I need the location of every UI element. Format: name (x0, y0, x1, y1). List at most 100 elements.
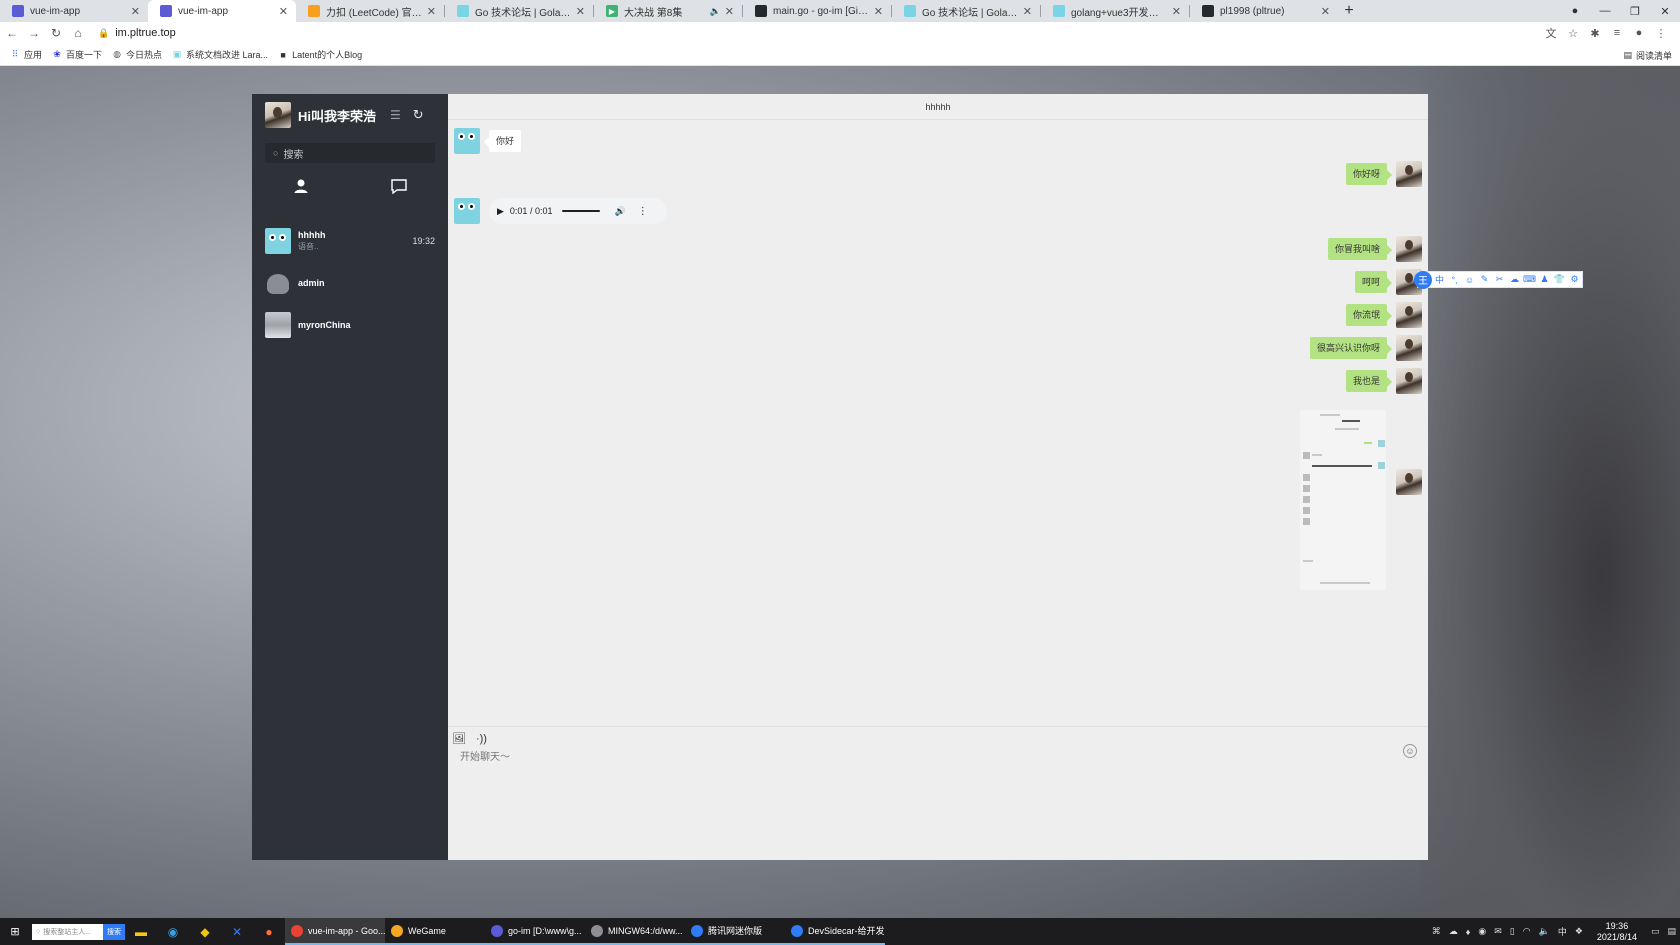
contact-item[interactable]: hhhhh 语音.. 19:32 (252, 220, 448, 262)
browser-tab[interactable]: 力扣 (LeetCode) 官网 - 全球极 ✕ (296, 0, 444, 22)
forward-icon[interactable]: → (24, 26, 44, 40)
profile-circle-icon[interactable]: ● (1560, 5, 1590, 17)
bookmark-laravel[interactable]: ▣ 系统文档改进 Lara... (172, 48, 268, 61)
notification-icon[interactable]: ▭ (1651, 926, 1660, 937)
file-explorer-icon[interactable]: ▬ (125, 925, 157, 939)
menu-icon[interactable]: ☰ (390, 108, 401, 122)
reading-list[interactable]: ▤ 阅读清单 (1623, 49, 1672, 62)
close-tab-icon[interactable]: ✕ (279, 5, 288, 18)
tray-usb-icon[interactable]: ▯ (1510, 926, 1515, 937)
image-upload-icon[interactable]: 🖼 (452, 732, 466, 745)
edge-icon[interactable]: ◉ (157, 925, 189, 939)
restore-icon[interactable]: ❐ (1620, 5, 1650, 18)
tab-contacts[interactable] (252, 174, 350, 198)
home-icon[interactable]: ⌂ (68, 26, 88, 40)
taskbar-search[interactable]: ○ 搜索整站主人... 搜索 (32, 923, 125, 940)
taskbar-app[interactable]: 腾讯网迷你版 (685, 918, 785, 945)
audio-player[interactable]: ▶ 0:01 / 0:01 🔊 ⋮ (489, 198, 667, 224)
more-menu-icon[interactable]: ⋮ (1650, 27, 1672, 40)
tray-app-icon[interactable]: ⌘ (1432, 926, 1441, 937)
taskbar-app[interactable]: DevSidecar-给开发... (785, 918, 885, 945)
volume-icon[interactable]: 🔈 (1539, 926, 1550, 937)
action-center-icon[interactable]: ▤ (1667, 926, 1676, 937)
translate-icon[interactable]: 文 (1540, 25, 1562, 41)
tray-antivirus-icon[interactable]: ♦ (1466, 927, 1471, 937)
tray-wechat-icon[interactable]: ✉ (1494, 926, 1502, 937)
minimize-icon[interactable]: — (1590, 5, 1620, 17)
bookmark-hot[interactable]: ◍ 今日热点 (112, 48, 162, 61)
close-tab-icon[interactable]: ✕ (1023, 5, 1032, 18)
close-tab-icon[interactable]: ✕ (576, 5, 585, 18)
browser-tab[interactable]: vue-im-app ✕ (0, 0, 148, 22)
emoji-icon[interactable]: ☺ (1403, 744, 1417, 758)
search-icon: ○ (36, 928, 41, 935)
person-icon[interactable]: ♟ (1537, 274, 1552, 285)
contact-item[interactable]: admin (252, 262, 448, 304)
browser-tab[interactable]: golang+vue3开发的一个im应用 ✕ (1041, 0, 1189, 22)
contact-item[interactable]: myronChina (252, 304, 448, 346)
close-tab-icon[interactable]: ✕ (725, 5, 734, 18)
url-field[interactable]: 🔒 im.pltrue.top (98, 24, 1540, 42)
play-icon[interactable]: ▶ (497, 206, 504, 217)
browser-tab[interactable]: pl1998 (pltrue) ✕ (1190, 0, 1338, 22)
refresh-icon[interactable]: ↻ (413, 107, 424, 123)
taskbar-search-button[interactable]: 搜索 (103, 923, 125, 940)
more-vertical-icon[interactable]: ⋮ (638, 206, 648, 217)
close-tab-icon[interactable]: ✕ (427, 5, 436, 18)
close-window-icon[interactable]: ✕ (1650, 5, 1680, 18)
bookmark-blog[interactable]: ■ Latent的个人Blog (278, 48, 362, 61)
tab-chats[interactable] (350, 174, 448, 198)
close-tab-icon[interactable]: ✕ (1172, 5, 1181, 18)
wifi-icon[interactable]: ◠ (1523, 926, 1531, 937)
image-message[interactable] (1300, 410, 1386, 590)
git-icon[interactable]: ◆ (189, 925, 221, 939)
clock[interactable]: 19:36 2021/8/14 (1597, 921, 1637, 942)
tray-shield-icon[interactable]: ❖ (1575, 926, 1583, 937)
pen-icon[interactable]: ✎ (1477, 274, 1492, 285)
close-tab-icon[interactable]: ✕ (1321, 5, 1330, 18)
emoji-icon[interactable]: ☺ (1462, 275, 1477, 285)
user-avatar[interactable] (265, 102, 291, 128)
extensions-icon[interactable]: ✱ (1584, 27, 1606, 40)
reload-icon[interactable]: ↻ (46, 26, 66, 40)
taskbar-app[interactable]: MINGW64:/d/ww... (585, 918, 685, 945)
audio-progress-bar[interactable] (562, 210, 601, 212)
browser-tab[interactable]: Go 技术论坛 | Golang / Go 语言 ✕ (445, 0, 593, 22)
firefox-icon[interactable]: ● (253, 925, 285, 939)
scissors-icon[interactable]: ✂ (1492, 274, 1507, 285)
browser-tab[interactable]: Go 技术论坛 | Golang / Go 语言 ✕ (892, 0, 1040, 22)
close-tab-icon[interactable]: ✕ (131, 5, 140, 18)
close-tab-icon[interactable]: ✕ (874, 5, 883, 18)
browser-tab[interactable]: main.go - go-im [GitHub] - Vi ✕ (743, 0, 891, 22)
back-icon[interactable]: ← (2, 26, 22, 40)
bookmark-star-icon[interactable]: ☆ (1562, 27, 1584, 40)
cloud-icon[interactable]: ☁ (1507, 274, 1522, 285)
volume-icon[interactable]: 🔊 (614, 206, 625, 217)
window-controls: ● — ❐ ✕ (1560, 0, 1680, 22)
search-input[interactable]: ○ 搜索 (265, 143, 435, 163)
media-control-icon[interactable]: ≡ (1606, 27, 1628, 39)
taskbar-app[interactable]: WeGame (385, 918, 485, 945)
taskbar-app[interactable]: go-im [D:\www\g... (485, 918, 585, 945)
browser-tab[interactable]: ▶ 大决战 第8集 🔈 ✕ (594, 0, 742, 22)
taskbar-app[interactable]: vue-im-app - Goo... (285, 918, 385, 945)
shirt-icon[interactable]: 👕 (1552, 274, 1567, 285)
message-input[interactable]: 开始聊天～ (460, 748, 510, 763)
new-tab-button[interactable]: + (1338, 0, 1360, 22)
settings-icon[interactable]: ⚙ (1567, 274, 1582, 285)
profile-icon[interactable]: ● (1628, 27, 1650, 39)
chinese-mode-icon[interactable]: 中 (1432, 273, 1447, 286)
tray-cloud-icon[interactable]: ☁ (1449, 926, 1458, 937)
speaker-icon[interactable]: 🔈 (710, 6, 721, 17)
ime-logo-icon[interactable]: 王 (1414, 270, 1432, 289)
vscode-icon[interactable]: ✕ (221, 925, 253, 939)
keyboard-icon[interactable]: ⌨ (1522, 274, 1537, 285)
bookmark-apps[interactable]: ⠿ 应用 (10, 48, 42, 61)
tray-chrome-icon[interactable]: ◉ (1478, 926, 1486, 937)
punctuation-icon[interactable]: °, (1447, 275, 1462, 285)
windows-start-icon[interactable]: ⊞ (0, 925, 30, 938)
voice-icon[interactable]: ·)) (476, 733, 487, 745)
bookmark-baidu[interactable]: ❀ 百度一下 (52, 48, 102, 61)
browser-tab-active[interactable]: vue-im-app ✕ (148, 0, 296, 22)
ime-icon[interactable]: 中 (1558, 925, 1567, 938)
